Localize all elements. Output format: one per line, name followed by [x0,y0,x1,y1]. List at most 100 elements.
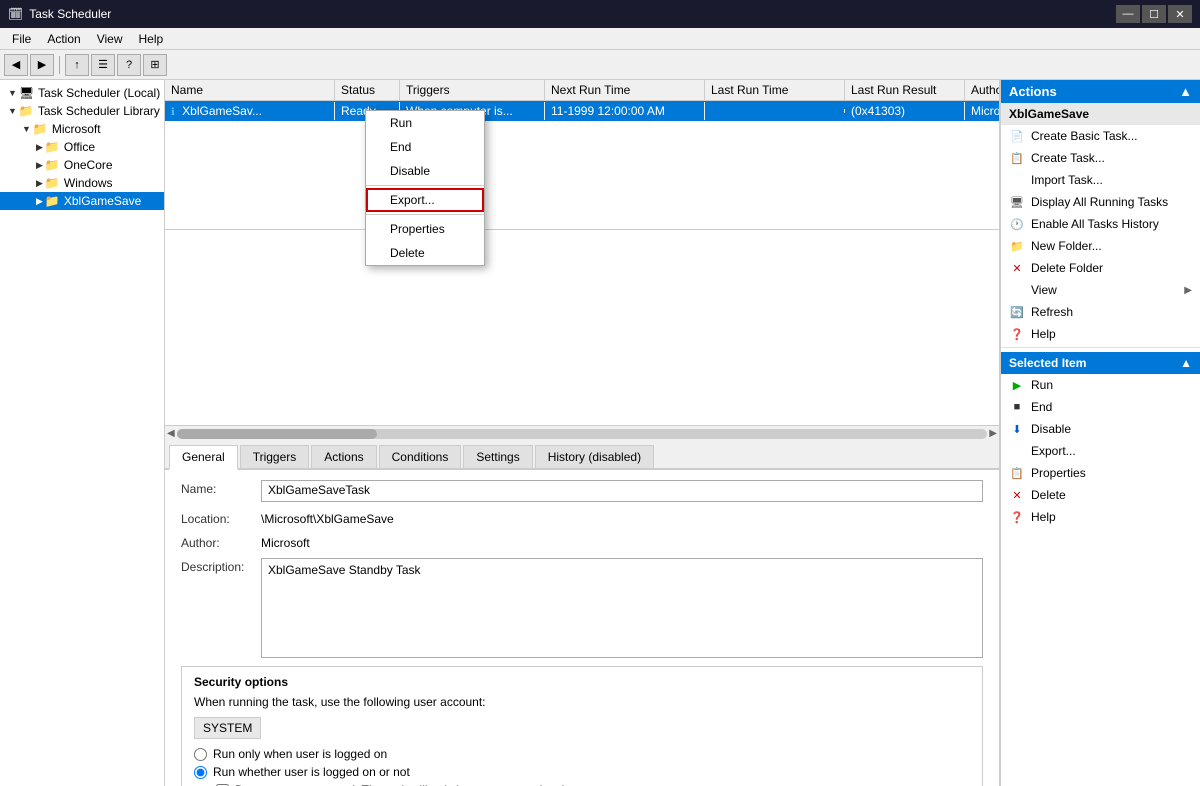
tab-settings[interactable]: Settings [463,445,532,468]
folder-icon-library: 📁 [19,104,34,118]
menu-help[interactable]: Help [131,30,172,48]
selected-action-help[interactable]: ❓ Help [1001,506,1200,528]
action-display-all-label: Display All Running Tasks [1031,195,1168,209]
scroll-area: ◀ ▶ [165,425,999,441]
tree-item-local[interactable]: ▼ 🖥 Task Scheduler (Local) [0,84,164,102]
context-menu-delete[interactable]: Delete [366,241,484,265]
selected-action-properties[interactable]: 📋 Properties [1001,462,1200,484]
description-value[interactable]: XblGameSave Standby Task [261,558,983,658]
action-delete-folder[interactable]: ✕ Delete Folder [1001,257,1200,279]
task-name: ℹ XblGameSav... [165,102,335,120]
tab-conditions[interactable]: Conditions [379,445,462,468]
radio-logged-on-input[interactable] [194,748,207,761]
action-enable-history-label: Enable All Tasks History [1031,217,1159,231]
col-header-next[interactable]: Next Run Time [545,80,705,100]
col-header-result[interactable]: Last Run Result [845,80,965,100]
help-toolbar-button[interactable]: ? [117,54,141,76]
action-refresh[interactable]: 🔄 Refresh [1001,301,1200,323]
tree-item-onecore[interactable]: ▶ 📁 OneCore [0,156,164,174]
computer-icon: 🖥 [19,86,34,100]
action-new-folder[interactable]: 📁 New Folder... [1001,235,1200,257]
context-menu-end[interactable]: End [366,135,484,159]
scroll-right-arrow[interactable]: ▶ [989,428,997,439]
tree-item-library[interactable]: ▼ 📁 Task Scheduler Library [0,102,164,120]
tree-item-xblgamesave[interactable]: ▶ 📁 XblGameSave [0,192,164,210]
detail-description-row: Description: XblGameSave Standby Task [181,558,983,658]
menu-button[interactable]: ☰ [91,54,115,76]
close-button[interactable]: ✕ [1168,5,1192,23]
action-help[interactable]: ❓ Help [1001,323,1200,345]
tree-label-microsoft: Microsoft [52,122,101,136]
radio-whether-logged-input[interactable] [194,766,207,779]
selected-action-disable[interactable]: ⬇ Disable [1001,418,1200,440]
task-author: Microsoft [965,102,999,120]
tab-triggers[interactable]: Triggers [240,445,310,468]
action-enable-history[interactable]: 🕐 Enable All Tasks History [1001,213,1200,235]
expand-arrow: ▼ [8,88,17,98]
maximize-button[interactable]: ☐ [1142,5,1166,23]
context-menu-disable[interactable]: Disable [366,159,484,183]
h-scrollbar[interactable] [177,429,988,439]
task-result: (0x41303) [845,102,965,120]
tree-item-microsoft[interactable]: ▼ 📁 Microsoft [0,120,164,138]
actions-collapse-icon[interactable]: ▲ [1179,84,1192,99]
tab-actions[interactable]: Actions [311,445,376,468]
task-list-wrapper: Name Status Triggers Next Run Time Last … [165,80,999,425]
folder-icon-office: 📁 [45,140,60,154]
action-display-all[interactable]: 🖥 Display All Running Tasks [1001,191,1200,213]
detail-panel: General Triggers Actions Conditions Sett… [165,441,999,786]
col-header-name[interactable]: Name [165,80,335,100]
radio-whether-logged-label: Run whether user is logged on or not [213,765,410,779]
author-value: Microsoft [261,534,310,550]
user-account-box: SYSTEM [194,717,261,739]
selected-item-title: Selected Item [1009,356,1086,370]
col-header-last[interactable]: Last Run Time [705,80,845,100]
menu-view[interactable]: View [89,30,131,48]
selected-action-delete[interactable]: ✕ Delete [1001,484,1200,506]
col-header-author[interactable]: Author [965,80,999,100]
action-import-task-label: Import Task... [1031,173,1103,187]
actions-panel: Actions ▲ XblGameSave 📄 Create Basic Tas… [1000,80,1200,786]
minimize-button[interactable]: — [1116,5,1140,23]
grid-button[interactable]: ⊞ [143,54,167,76]
selected-action-run[interactable]: ▶ Run [1001,374,1200,396]
tree-panel: ▼ 🖥 Task Scheduler (Local) ▼ 📁 Task Sche… [0,80,165,786]
expand-arrow-onecore: ▶ [36,160,43,171]
action-create-basic[interactable]: 📄 Create Basic Task... [1001,125,1200,147]
tree-item-office[interactable]: ▶ 📁 Office [0,138,164,156]
tree-item-windows[interactable]: ▶ 📁 Windows [0,174,164,192]
tab-general[interactable]: General [169,445,238,470]
task-list-header: Name Status Triggers Next Run Time Last … [165,80,999,101]
col-header-status[interactable]: Status [335,80,400,100]
menu-file[interactable]: File [4,30,39,48]
action-import-task[interactable]: Import Task... [1001,169,1200,191]
selected-action-export[interactable]: Export... [1001,440,1200,462]
menu-action[interactable]: Action [39,30,88,48]
view-arrow-icon: ▶ [1184,285,1192,296]
selected-delete-label: Delete [1031,488,1066,502]
context-menu-export[interactable]: Export... [366,188,484,212]
tab-history[interactable]: History (disabled) [535,445,654,468]
scroll-left-arrow[interactable]: ◀ [167,428,175,439]
back-button[interactable]: ◀ [4,54,28,76]
action-create-task[interactable]: 📋 Create Task... [1001,147,1200,169]
actions-xblgamesave-title: XblGameSave [1001,103,1200,125]
selected-disable-label: Disable [1031,422,1071,436]
detail-name-row: Name: XblGameSaveTask [181,480,983,502]
selected-action-end[interactable]: ■ End [1001,396,1200,418]
table-row[interactable]: ℹ XblGameSav... Ready When computer is..… [165,101,999,121]
context-menu-run[interactable]: Run [366,111,484,135]
h-scrollbar-thumb[interactable] [177,429,377,439]
display-all-icon: 🖥 [1009,194,1025,210]
actions-panel-header: Actions ▲ [1001,80,1200,103]
user-account-label-row: When running the task, use the following… [194,695,970,709]
name-value[interactable]: XblGameSaveTask [261,480,983,502]
context-menu-properties[interactable]: Properties [366,217,484,241]
selected-collapse-icon[interactable]: ▲ [1180,356,1192,370]
action-view[interactable]: View ▶ [1001,279,1200,301]
up-button[interactable]: ↑ [65,54,89,76]
action-delete-folder-label: Delete Folder [1031,261,1103,275]
col-header-triggers[interactable]: Triggers [400,80,545,100]
forward-button[interactable]: ▶ [30,54,54,76]
folder-icon-microsoft: 📁 [33,122,48,136]
